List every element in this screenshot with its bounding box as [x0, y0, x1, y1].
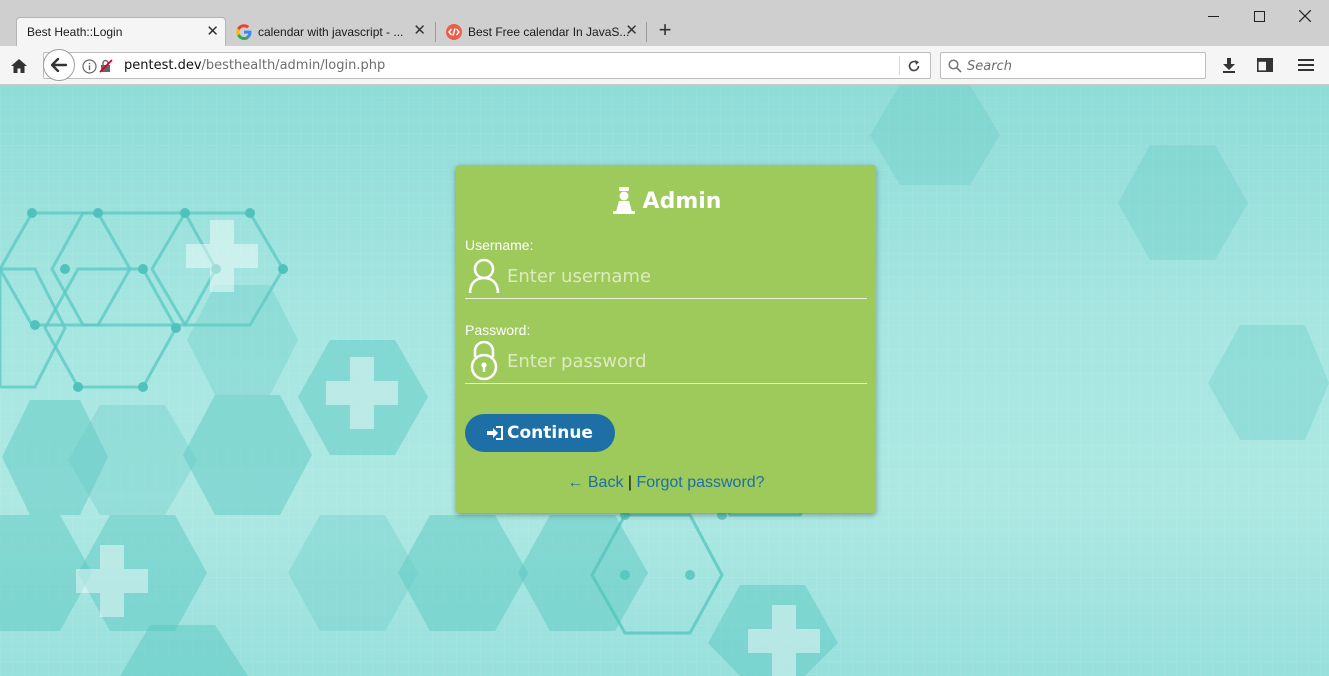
- continue-label: Continue: [507, 423, 593, 443]
- user-icon: [468, 258, 500, 294]
- tab-separator: [646, 22, 647, 42]
- card-title: Admin: [456, 187, 876, 215]
- username-field: [465, 256, 867, 299]
- search-bar[interactable]: Search: [940, 52, 1206, 79]
- url-text[interactable]: pentest.dev/besthealth/admin/login.php: [124, 58, 385, 73]
- maximize-icon: [1253, 10, 1265, 22]
- download-icon: [1223, 58, 1235, 73]
- forgot-password-link[interactable]: Forgot password?: [637, 474, 765, 491]
- maximize-button[interactable]: [1236, 4, 1282, 28]
- code-icon: [446, 23, 462, 40]
- tab-bar: Best Heath::Login ✕ calendar with javasc…: [0, 0, 1329, 46]
- username-label: Username:: [465, 237, 534, 253]
- mixed-content-indicator[interactable]: [98, 58, 114, 74]
- url-separator: [899, 56, 900, 75]
- search-placeholder: Search: [967, 59, 1012, 74]
- username-input[interactable]: [505, 260, 865, 292]
- close-tab-icon[interactable]: ✕: [625, 23, 638, 38]
- minimize-button[interactable]: [1190, 4, 1236, 28]
- tab-login[interactable]: Best Heath::Login ✕: [16, 17, 226, 46]
- google-icon: [236, 23, 252, 40]
- site-info-button[interactable]: [81, 58, 97, 74]
- back-arrow-icon: [51, 58, 67, 72]
- links-separator: |: [627, 474, 633, 491]
- sidebar-button[interactable]: [1256, 56, 1274, 74]
- search-icon: [948, 59, 962, 73]
- downloads-button[interactable]: [1220, 56, 1238, 74]
- admin-icon: [612, 187, 635, 214]
- password-field: [465, 340, 867, 384]
- password-label: Password:: [465, 322, 531, 338]
- continue-button[interactable]: Continue: [465, 414, 615, 452]
- sidebar-icon: [1257, 58, 1273, 72]
- page-background: Admin Username: Password:: [0, 85, 1329, 676]
- menu-button[interactable]: [1297, 56, 1315, 74]
- tab-calendar-js[interactable]: Best Free calendar In JavaS... ✕: [438, 17, 644, 46]
- tab-title: calendar with javascript - ...: [258, 24, 404, 39]
- tab-separator: [435, 22, 436, 42]
- reload-icon: [908, 60, 920, 72]
- navigation-bar: pentest.dev/besthealth/admin/login.php S…: [0, 46, 1329, 85]
- minimize-icon: [1207, 15, 1219, 17]
- card-title-text: Admin: [642, 188, 722, 214]
- tab-title: Best Free calendar In JavaS...: [468, 24, 630, 39]
- sign-in-icon: [487, 426, 504, 440]
- insecure-lock-icon: [99, 59, 113, 73]
- tab-calendar-search[interactable]: calendar with javascript - ... ✕: [228, 17, 432, 46]
- login-links: ← Back | Forgot password?: [456, 474, 876, 492]
- tab-title: Best Heath::Login: [27, 25, 123, 39]
- hamburger-menu-icon: [1298, 59, 1314, 71]
- url-path: /besthealth/admin/login.php: [201, 58, 386, 73]
- back-link[interactable]: ← Back: [567, 474, 623, 491]
- close-icon: [1299, 10, 1311, 22]
- home-icon: [11, 59, 27, 73]
- info-icon: [81, 58, 97, 74]
- lock-icon: [470, 340, 498, 381]
- back-button[interactable]: [43, 49, 75, 81]
- close-tab-icon[interactable]: ✕: [413, 23, 426, 38]
- close-window-button[interactable]: [1282, 4, 1328, 28]
- reload-button[interactable]: [906, 58, 922, 74]
- close-tab-icon[interactable]: ✕: [206, 24, 219, 39]
- home-button[interactable]: [9, 56, 29, 76]
- password-input[interactable]: [505, 345, 865, 377]
- new-tab-button[interactable]: +: [654, 19, 676, 41]
- login-card: Admin Username: Password:: [456, 165, 876, 513]
- url-host: pentest.dev: [124, 58, 202, 73]
